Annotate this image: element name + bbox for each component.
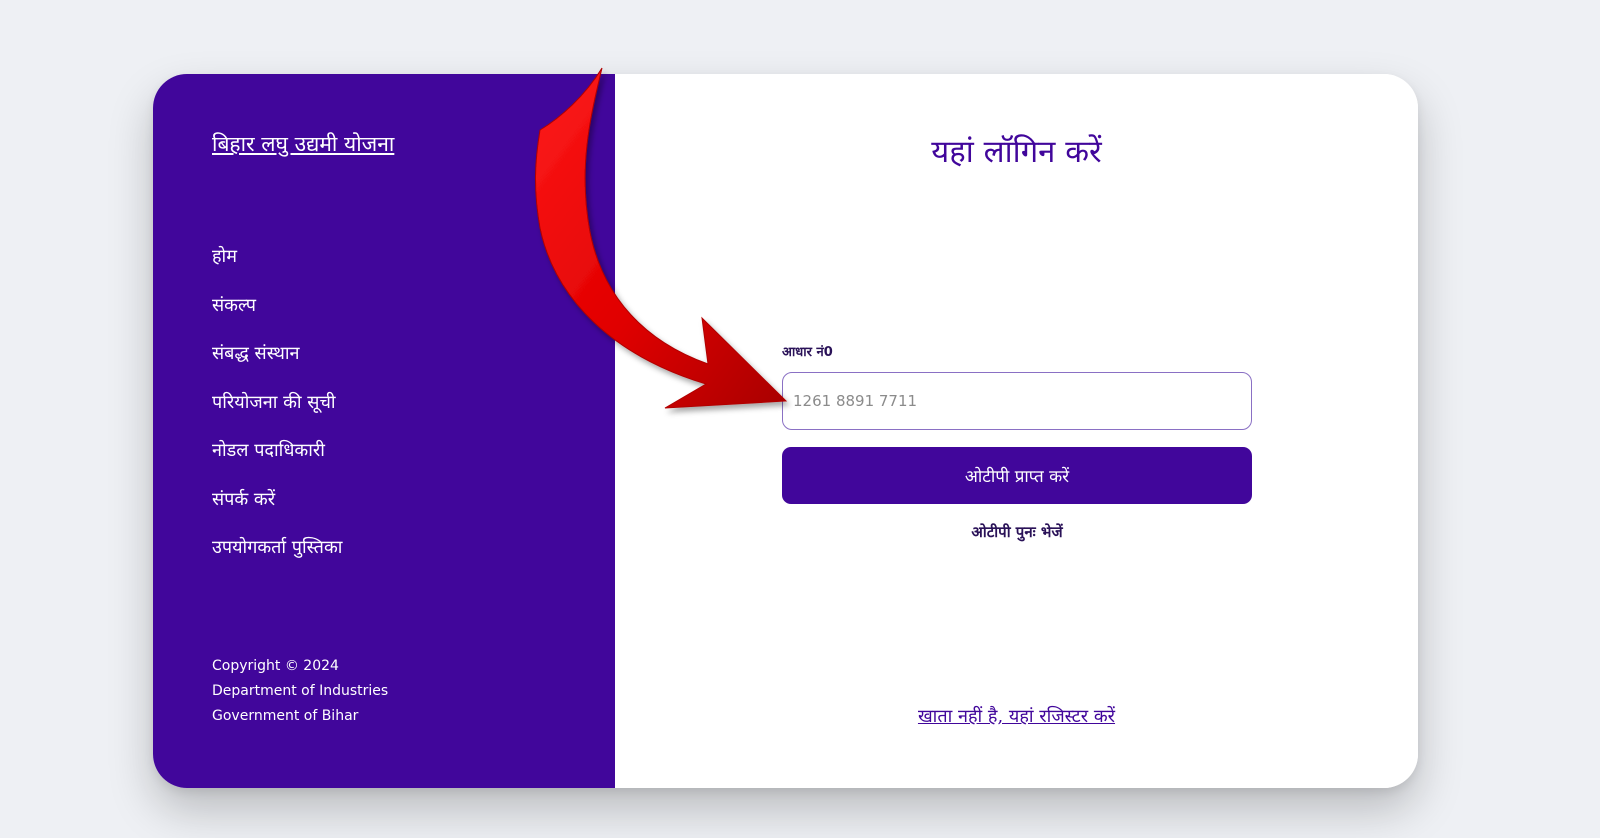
resend-otp-link[interactable]: ओटीपी पुनः भेजें xyxy=(782,522,1252,542)
nav-item-affiliated-institutions[interactable]: संबद्ध संस्थान xyxy=(212,339,342,388)
department-line: Department of Industries xyxy=(212,683,389,699)
nav-item-user-manual[interactable]: उपयोगकर्ता पुस्तिका xyxy=(212,533,342,582)
login-form: आधार नं0 ओटीपी प्राप्त करें ओटीपी पुनः भ… xyxy=(782,344,1252,542)
aadhaar-label: आधार नं0 xyxy=(782,345,833,360)
nav-item-resolution[interactable]: संकल्प xyxy=(212,291,342,340)
login-title: यहां लॉगिन करें xyxy=(931,134,1102,170)
copyright-line: Copyright © 2024 xyxy=(212,658,339,674)
nav-item-home[interactable]: होम xyxy=(212,242,342,291)
site-brand-link[interactable]: बिहार लघु उद्यमी योजना xyxy=(212,130,394,158)
copyright-block: Copyright © 2024 Department of Industrie… xyxy=(212,654,388,729)
get-otp-button[interactable]: ओटीपी प्राप्त करें xyxy=(782,447,1252,504)
nav-item-contact[interactable]: संपर्क करें xyxy=(212,485,342,534)
government-line: Government of Bihar xyxy=(212,708,359,724)
aadhaar-number-input[interactable] xyxy=(782,372,1252,430)
nav-item-project-list[interactable]: परियोजना की सूची xyxy=(212,388,342,437)
login-card: बिहार लघु उद्यमी योजना होम संकल्प संबद्ध… xyxy=(153,74,1418,788)
nav-item-nodal-officer[interactable]: नोडल पदाधिकारी xyxy=(212,436,342,485)
sidebar: बिहार लघु उद्यमी योजना होम संकल्प संबद्ध… xyxy=(153,74,615,788)
register-link[interactable]: खाता नहीं है, यहां रजिस्टर करें xyxy=(615,704,1418,728)
sidebar-nav: होम संकल्प संबद्ध संस्थान परियोजना की सू… xyxy=(212,242,342,582)
login-panel: यहां लॉगिन करें आधार नं0 ओटीपी प्राप्त क… xyxy=(615,74,1418,788)
